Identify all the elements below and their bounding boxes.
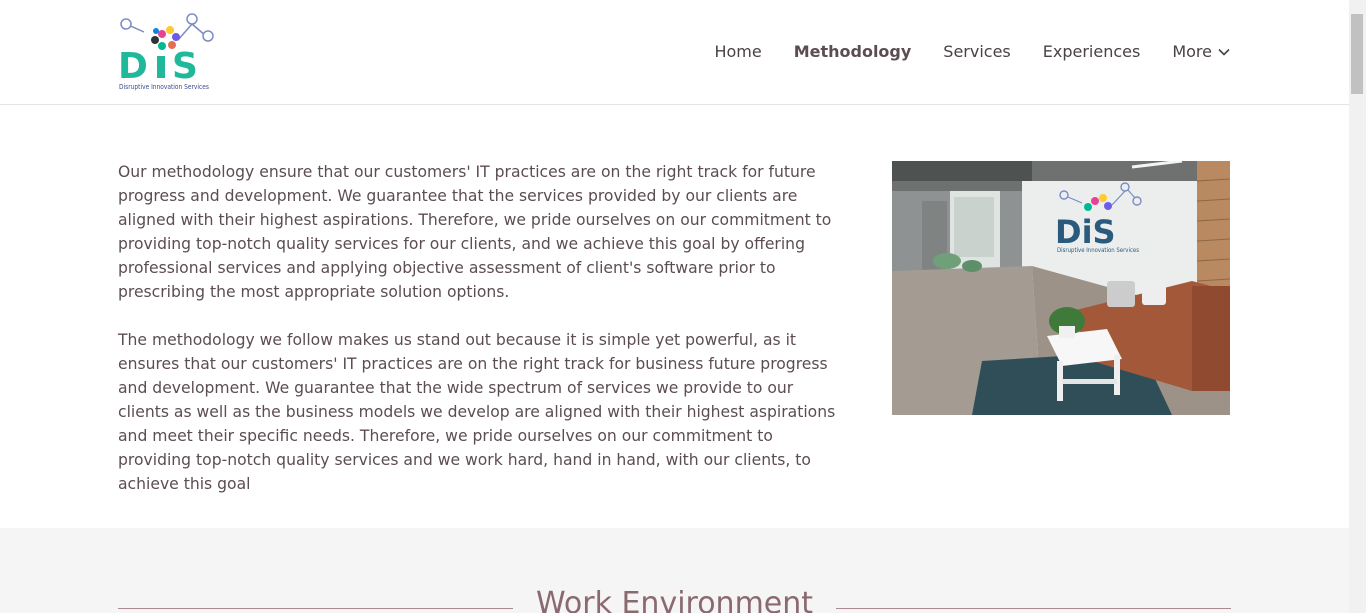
svg-text:Disruptive Innovation Services: Disruptive Innovation Services (1057, 247, 1139, 254)
svg-text:S: S (172, 46, 198, 87)
scrollbar-thumb[interactable] (1351, 14, 1363, 94)
section-title: Work Environment (535, 586, 814, 613)
methodology-paragraph-2: The methodology we follow makes us stand… (118, 331, 836, 493)
logo-graphic: D S Disruptive Innovation Services (118, 13, 214, 91)
work-environment-section: Work Environment (0, 528, 1349, 613)
page: D S Disruptive Innovation Services Home … (0, 0, 1349, 613)
nav-item-more[interactable]: More (1172, 41, 1230, 63)
methodology-paragraph-1: Our methodology ensure that our customer… (118, 163, 832, 301)
office-photo: DiS Disruptive Innovation Services (892, 161, 1230, 415)
nav-item-experiences[interactable]: Experiences (1043, 41, 1141, 63)
main-nav: Home Methodology Services Experiences Mo… (682, 41, 1230, 63)
chevron-down-icon (1218, 48, 1230, 56)
nav-item-services[interactable]: Services (943, 41, 1010, 63)
svg-text:Disruptive Innovation Services: Disruptive Innovation Services (119, 83, 209, 91)
methodology-text: Our methodology ensure that our customer… (118, 160, 846, 520)
site-header: D S Disruptive Innovation Services Home … (0, 0, 1349, 105)
page-scrollbar[interactable] (1349, 0, 1366, 613)
site-logo[interactable]: D S Disruptive Innovation Services (118, 10, 214, 94)
nav-more-label: More (1172, 42, 1212, 61)
svg-text:D: D (118, 46, 148, 87)
nav-item-home[interactable]: Home (714, 41, 761, 63)
nav-item-methodology[interactable]: Methodology (794, 41, 912, 63)
office-illustration: DiS Disruptive Innovation Services (892, 161, 1230, 415)
svg-text:DiS: DiS (1055, 213, 1116, 251)
